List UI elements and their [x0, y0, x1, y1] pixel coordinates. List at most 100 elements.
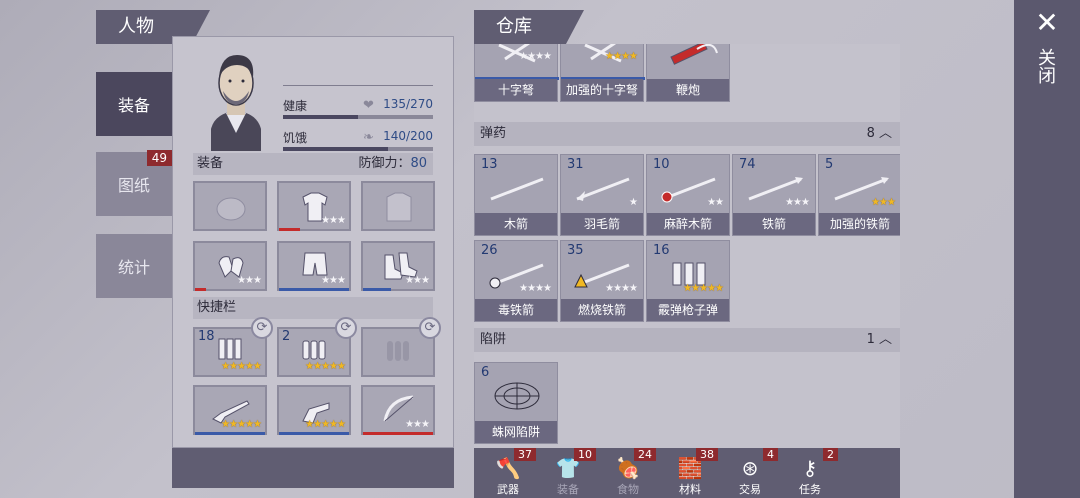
traps-category-header[interactable]: 陷阱 1 ︿: [474, 328, 900, 352]
item-count: 2: [282, 329, 291, 344]
item-count: 35: [567, 243, 584, 258]
storage-item[interactable]: 35 ★★★★ 燃烧铁箭: [560, 240, 644, 322]
star-rating: ★★★: [405, 419, 430, 430]
star-rating: ★★★: [321, 275, 346, 286]
star-rating: ★★: [707, 197, 724, 208]
hotbar-slot-5[interactable]: ★★★★★: [277, 385, 351, 435]
tab-quests[interactable]: ⚷ 2 任务: [778, 448, 842, 498]
tab-blueprints[interactable]: 图纸 49: [96, 150, 172, 216]
durability-bar: [195, 288, 206, 291]
health-label: 健康: [283, 99, 308, 113]
item-name: 鞭炮: [647, 79, 729, 101]
tab-materials[interactable]: 🧱 38 材料: [658, 448, 722, 498]
star-rating: ★★★★★: [305, 361, 346, 372]
ammo-category-toggle[interactable]: 8 ︿: [867, 122, 892, 146]
storage-item[interactable]: 31 ★ 羽毛箭: [560, 154, 644, 236]
storage-item[interactable]: ★★★★ 加强的十字弩: [560, 44, 645, 102]
ammo-category-header[interactable]: 弹药 8 ︿: [474, 122, 900, 146]
feather-arrow-icon: [576, 177, 630, 201]
item-count: 74: [739, 157, 756, 172]
equipment-label: 装备: [197, 156, 224, 171]
equip-slot-jacket[interactable]: [361, 181, 435, 231]
spiderweb-trap-icon: [494, 382, 540, 410]
equip-slot-hat[interactable]: [193, 181, 267, 231]
equip-slot-shirt[interactable]: ★★★: [277, 181, 351, 231]
hotbar-slot-6[interactable]: ★★★: [361, 385, 435, 435]
tab-trade[interactable]: ⊛ 4 交易: [718, 448, 782, 498]
storage-panel-title: 仓库: [474, 10, 584, 44]
swap-icon[interactable]: ⟳: [251, 317, 273, 339]
star-rating: ★★★★: [605, 51, 638, 62]
character-footer: [172, 448, 454, 488]
hotbar-slot-2[interactable]: 2 ★★★★★ ⟳: [277, 317, 357, 377]
tab-label: 统计: [117, 258, 150, 277]
hotbar-slot-4[interactable]: ★★★★★: [193, 385, 267, 435]
storage-item[interactable]: 5 ★★★ 加强的铁箭: [818, 154, 900, 236]
swap-icon[interactable]: ⟳: [335, 317, 357, 339]
hat-icon: [216, 197, 246, 221]
storage-item[interactable]: 74 ★★★ 铁箭: [732, 154, 816, 236]
tab-label: 装备: [117, 96, 150, 115]
storage-item[interactable]: 6 蛛网陷阱: [474, 362, 558, 444]
close-label: 关闭: [1035, 48, 1056, 84]
star-rating: ★★★: [321, 215, 346, 226]
tab-equipment[interactable]: 装备: [96, 72, 172, 136]
jacket-icon: [386, 192, 412, 222]
storage-body: ★★★★ 十字弩 ★★★★ 加强的十字弩 鞭炮 弹药 8 ︿ 13 木箭 31 …: [474, 44, 900, 448]
durability-bar: [279, 288, 349, 291]
traps-category-toggle[interactable]: 1 ︿: [867, 328, 892, 352]
health-bar-fill: [283, 115, 358, 119]
star-rating: ★★★★★: [305, 419, 346, 430]
item-name: 燃烧铁箭: [561, 299, 643, 321]
health-value: 135/270: [383, 97, 433, 111]
equipment-header: 装备 防御力：80: [193, 153, 433, 175]
ammo-category-label: 弹药: [480, 126, 507, 141]
equip-slot-pants[interactable]: ★★★: [277, 241, 351, 291]
storage-item[interactable]: 13 木箭: [474, 154, 558, 236]
item-name: 毒铁箭: [475, 299, 557, 321]
star-rating: ★★★★★: [221, 361, 262, 372]
count-badge: 24: [634, 448, 656, 461]
close-button[interactable]: ✕ 关闭: [1014, 0, 1080, 498]
item-name: 羽毛箭: [561, 213, 643, 235]
tab-label: 武器: [497, 483, 519, 496]
tab-statistics[interactable]: 统计: [96, 234, 172, 298]
tab-weapons[interactable]: 🪓 37 武器: [476, 448, 540, 498]
equip-slot-boots[interactable]: ★★★: [361, 241, 435, 291]
storage-item[interactable]: 10 ★★ 麻醉木箭: [646, 154, 730, 236]
item-count: 13: [481, 157, 498, 172]
star-rating: ★★★: [405, 275, 430, 286]
tab-food[interactable]: 🍖 24 食物: [596, 448, 660, 498]
defense-readout: 防御力：80: [358, 153, 427, 175]
health-bar: [283, 115, 433, 119]
defense-label: 防御力：: [358, 156, 411, 171]
storage-item[interactable]: 26 ★★★★ 毒铁箭: [474, 240, 558, 322]
traps-category-count: 1: [866, 332, 875, 347]
storage-item[interactable]: 鞭炮: [646, 44, 730, 102]
count-badge: 49: [146, 150, 172, 166]
defense-value: 80: [410, 156, 427, 171]
hunger-label: 饥饿: [283, 131, 308, 145]
storage-panel: 仓库 ★★★★ 十字弩 ★★★★ 加强的十字弩 鞭炮 弹药 8 ︿ 13 木箭 …: [474, 10, 900, 498]
durability-bar: [279, 432, 349, 435]
close-icon[interactable]: ✕: [1032, 8, 1062, 38]
item-count: 5: [825, 157, 834, 172]
hotbar-slot-1[interactable]: 18 ★★★★★ ⟳: [193, 317, 273, 377]
count-badge: 10: [574, 448, 596, 461]
storage-item[interactable]: 16 ★★★★★ 霰弹枪子弹: [646, 240, 730, 322]
star-rating: ★★★: [237, 275, 262, 286]
swap-icon[interactable]: ⟳: [419, 317, 441, 339]
durability-bar: [279, 228, 300, 231]
count-badge: 4: [763, 448, 778, 461]
character-panel: 人物 装备 图纸 49 统计 健康 ❤ 135/270 饥饿 ❧ 140/200…: [96, 10, 454, 488]
firecracker-icon: [670, 44, 718, 65]
storage-category-tabs: 🪓 37 武器 👕 10 装备 🍖 24 食物 🧱 38 材料 ⊛ 4 交易 ⚷…: [474, 448, 900, 498]
hotbar-slot-3[interactable]: ⟳: [361, 317, 441, 377]
hotbar-header: 快捷栏: [193, 297, 433, 319]
item-name: 加强的铁箭: [819, 213, 900, 235]
storage-item[interactable]: ★★★★ 十字弩: [474, 44, 559, 102]
hunger-value: 140/200: [383, 129, 433, 143]
tab-label: 食物: [617, 483, 639, 496]
tab-gear[interactable]: 👕 10 装备: [536, 448, 600, 498]
equip-slot-gloves[interactable]: ★★★: [193, 241, 267, 291]
